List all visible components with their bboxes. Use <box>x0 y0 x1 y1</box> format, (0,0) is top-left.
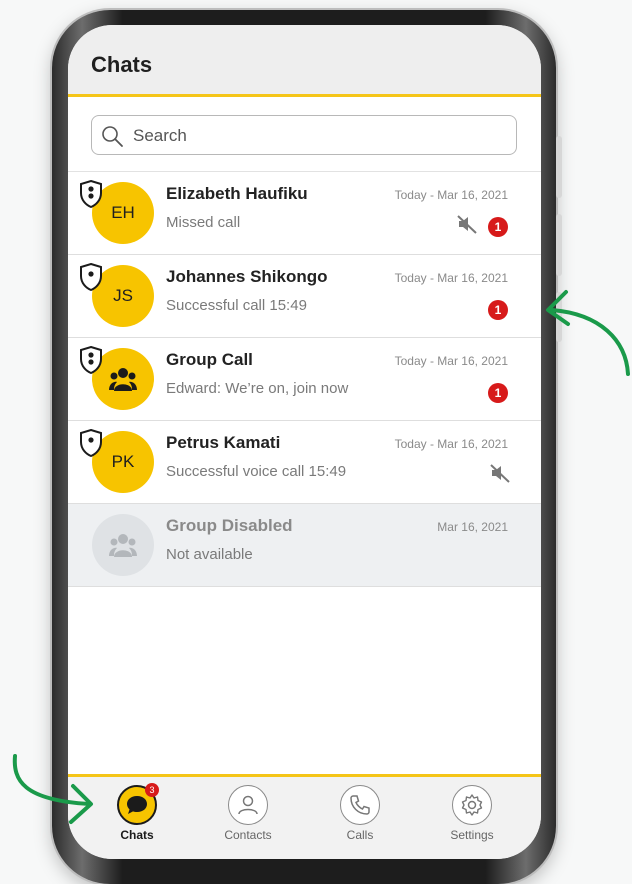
annotation-arrow-bottom-left <box>12 754 93 824</box>
group-icon <box>109 534 137 557</box>
person-icon <box>228 785 268 825</box>
annotation-arrow-right <box>546 290 630 376</box>
shield-icon <box>80 263 102 291</box>
nav-item-contacts[interactable]: Contacts <box>198 785 298 842</box>
unread-badge: 1 <box>488 217 508 237</box>
chat-timestamp: Today - Mar 16, 2021 <box>394 354 508 368</box>
chat-timestamp: Today - Mar 16, 2021 <box>394 271 508 285</box>
app-screen: Chats Search EH Elizabeth Haufiku Missed… <box>68 25 541 859</box>
nav-badge: 3 <box>145 783 159 797</box>
phone-icon <box>340 785 380 825</box>
nav-label: Settings <box>450 828 494 842</box>
volume-down-button <box>556 214 562 276</box>
nav-label: Contacts <box>224 828 272 842</box>
chat-preview: Not available <box>166 546 253 563</box>
chat-timestamp: Today - Mar 16, 2021 <box>394 437 508 451</box>
shield-icon <box>80 429 102 457</box>
chat-row-group-call[interactable]: Group Call Edward: We’re on, join now To… <box>68 338 541 421</box>
bottom-nav: 3 Chats Contacts Calls Settings <box>68 774 541 859</box>
page-title: Chats <box>91 52 153 77</box>
nav-item-calls[interactable]: Calls <box>310 785 410 842</box>
group-avatar-disabled <box>92 514 154 576</box>
volume-up-button <box>556 136 562 198</box>
nav-item-settings[interactable]: Settings <box>422 785 522 842</box>
app-header: Chats <box>68 25 541 97</box>
gear-icon <box>452 785 492 825</box>
chat-preview: Successful voice call 15:49 <box>166 463 347 480</box>
search-placeholder: Search <box>133 126 187 145</box>
search-input[interactable]: Search <box>91 115 517 155</box>
chat-preview: Edward: We’re on, join now <box>166 380 349 397</box>
chat-name: Group Call <box>166 350 253 369</box>
shield-lock-icon <box>80 346 102 374</box>
search-icon <box>102 126 123 147</box>
chat-name: Petrus Kamati <box>166 433 281 452</box>
unread-badge: 1 <box>488 300 508 320</box>
chat-preview: Successful call 15:49 <box>166 297 307 314</box>
shield-lock-icon <box>80 180 102 208</box>
muted-speaker-icon <box>457 215 477 234</box>
chat-row-elizabeth-haufiku[interactable]: EH Elizabeth Haufiku Missed call Today -… <box>68 172 541 255</box>
chat-timestamp: Mar 16, 2021 <box>437 520 508 534</box>
chat-bubble-icon: 3 <box>117 783 159 825</box>
chat-name: Johannes Shikongo <box>166 267 328 286</box>
chat-row-petrus-kamati[interactable]: PK Petrus Kamati Successful voice call 1… <box>68 421 541 504</box>
chat-name: Elizabeth Haufiku <box>166 184 308 203</box>
chat-preview: Missed call <box>166 214 241 231</box>
unread-badge: 1 <box>488 383 508 403</box>
chat-row-johannes-shikongo[interactable]: JS Johannes Shikongo Successful call 15:… <box>68 255 541 338</box>
muted-speaker-icon <box>490 464 510 483</box>
chat-row-group-disabled: Group Disabled Not available Mar 16, 202… <box>68 504 541 587</box>
chat-timestamp: Today - Mar 16, 2021 <box>394 188 508 202</box>
nav-label: Calls <box>346 828 374 842</box>
chat-name: Group Disabled <box>166 516 293 535</box>
group-icon <box>109 368 137 391</box>
